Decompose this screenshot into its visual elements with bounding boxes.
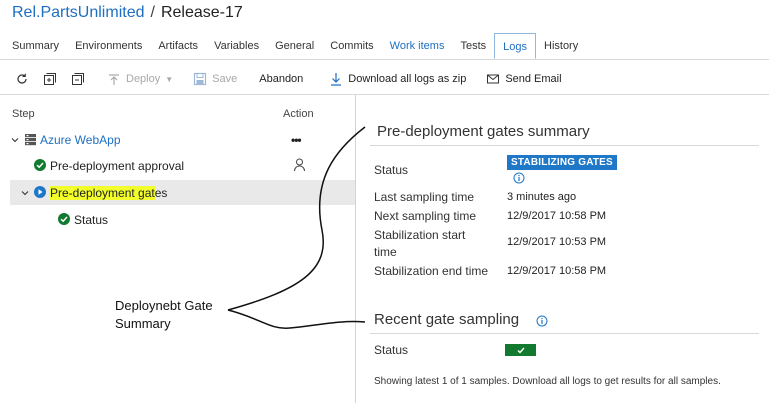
info-icon[interactable] — [513, 172, 525, 184]
recent-divider — [370, 333, 759, 334]
tree-row-gates[interactable]: Pre-deployment gates — [10, 180, 355, 205]
annotation-line2: Summary — [115, 316, 171, 331]
gates-label-rest: es — [154, 185, 168, 200]
approval-label: Pre-deployment approval — [50, 158, 185, 173]
stabilization-start-label-line1: Stabilization start — [374, 228, 466, 242]
approver-person-icon[interactable] — [293, 158, 306, 175]
gates-label: Pre-deployment gates — [50, 185, 168, 200]
details-panel: Pre-deployment gates summary Status STAB… — [356, 95, 769, 403]
tab-variables[interactable]: Variables — [206, 33, 267, 59]
recent-status-label: Status — [374, 343, 409, 357]
in-progress-icon — [34, 186, 47, 199]
send-email-label: Send Email — [505, 73, 562, 85]
toolbar: Deploy ▼ Save Abandon Download all logs … — [8, 66, 569, 92]
deploy-button[interactable]: Deploy ▼ — [100, 66, 180, 92]
status-step-label: Status — [74, 212, 109, 227]
chevron-down-icon: ▼ — [165, 74, 174, 84]
step-column-header: Step — [12, 108, 35, 120]
tree-row-status[interactable]: Status — [10, 207, 355, 232]
success-check-icon — [34, 159, 47, 172]
info-icon[interactable] — [536, 315, 548, 327]
refresh-icon — [17, 73, 27, 84]
gates-summary-title: Pre-deployment gates summary — [377, 123, 590, 140]
tab-summary[interactable]: Summary — [4, 33, 67, 59]
tab-history[interactable]: History — [536, 33, 586, 59]
server-icon — [24, 133, 37, 146]
breadcrumb: Rel.PartsUnlimited / Release-17 — [12, 4, 243, 22]
download-logs-button[interactable]: Download all logs as zip — [322, 66, 473, 92]
deploy-label: Deploy — [126, 73, 161, 85]
environment-name[interactable]: Azure WebApp — [40, 133, 121, 147]
collapse-all-button[interactable] — [64, 66, 92, 92]
samples-footnote: Showing latest 1 of 1 samples. Download … — [374, 376, 721, 387]
abandon-label: Abandon — [259, 73, 304, 85]
save-button[interactable]: Save — [186, 66, 244, 92]
summary-divider — [370, 145, 759, 146]
save-label: Save — [212, 73, 238, 85]
gates-label-highlighted: Pre-deployment gat — [50, 185, 155, 200]
chevron-down-icon[interactable] — [20, 188, 30, 198]
last-sampling-value: 3 minutes ago — [507, 191, 577, 203]
tab-tests[interactable]: Tests — [452, 33, 494, 59]
checkmark-icon — [517, 347, 525, 354]
save-icon — [194, 72, 207, 86]
annotation-line1: Deploynebt Gate — [115, 298, 213, 313]
summary-status-label: Status — [374, 163, 409, 177]
expand-all-button[interactable] — [36, 66, 64, 92]
more-actions-icon[interactable]: ••• — [291, 133, 302, 147]
success-check-icon — [58, 213, 71, 226]
action-column-header: Action — [283, 108, 314, 120]
tab-general[interactable]: General — [267, 33, 322, 59]
tab-bar: Summary Environments Artifacts Variables… — [4, 33, 586, 59]
mail-icon — [487, 74, 500, 84]
stabilization-end-value: 12/9/2017 10:58 PM — [507, 265, 607, 277]
deploy-icon — [109, 74, 119, 85]
tab-environments[interactable]: Environments — [67, 33, 150, 59]
tab-commits[interactable]: Commits — [322, 33, 381, 59]
expand-all-icon — [44, 73, 56, 85]
tab-work-items[interactable]: Work items — [382, 33, 453, 59]
download-logs-label: Download all logs as zip — [348, 73, 467, 85]
breadcrumb-separator: / — [150, 4, 155, 21]
breadcrumb-root-link[interactable]: Rel.PartsUnlimited — [12, 4, 144, 22]
breadcrumb-current: Release-17 — [160, 4, 243, 21]
stabilization-end-label: Stabilization end time — [374, 264, 489, 278]
next-sampling-value: 12/9/2017 10:58 PM — [507, 210, 607, 222]
recent-sampling-title: Recent gate sampling — [374, 311, 520, 328]
tree-row-approval[interactable]: Pre-deployment approval — [10, 153, 355, 178]
last-sampling-label: Last sampling time — [374, 190, 475, 204]
tab-artifacts[interactable]: Artifacts — [150, 33, 206, 59]
refresh-button[interactable] — [8, 66, 36, 92]
stabilization-start-value: 12/9/2017 10:53 PM — [507, 236, 607, 248]
stabilizing-gates-badge: STABILIZING GATES — [507, 155, 617, 170]
sample-success-indicator[interactable] — [505, 344, 536, 356]
steps-panel: Step Action Azure WebApp ••• Pre-deploym… — [0, 95, 355, 403]
annotation-callout: Deploynebt Gate Summary — [115, 297, 235, 333]
tabs-divider — [0, 59, 769, 60]
chevron-down-icon[interactable] — [10, 135, 20, 145]
abandon-button[interactable]: Abandon — [252, 66, 310, 92]
collapse-all-icon — [72, 73, 84, 85]
send-email-button[interactable]: Send Email — [479, 66, 568, 92]
tree-row-environment[interactable]: Azure WebApp ••• — [10, 127, 355, 152]
stabilization-start-label-line2: time — [374, 245, 397, 259]
tab-logs[interactable]: Logs — [494, 33, 536, 59]
next-sampling-label: Next sampling time — [374, 209, 477, 223]
download-icon — [331, 73, 342, 86]
